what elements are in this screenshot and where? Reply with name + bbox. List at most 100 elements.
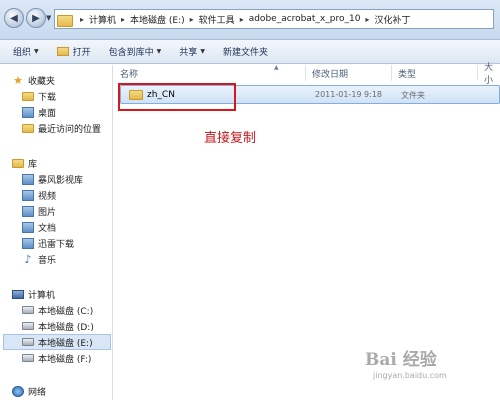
recent-places-icon (22, 123, 34, 133)
sidebar-item-label: 音乐 (38, 255, 57, 266)
annotation-text: 直接复制 (204, 131, 257, 146)
new-folder-button[interactable]: 新建文件夹 (220, 43, 271, 61)
sidebar-item-label: 最近访问的位置 (38, 124, 102, 135)
chevron-right-icon[interactable]: ▸ (240, 15, 244, 24)
sidebar-item-label: 本地磁盘 (F:) (38, 354, 92, 365)
sidebar-item-recent-places[interactable]: 最近访问的位置 (22, 120, 101, 136)
thunder-downloads-icon (22, 237, 34, 249)
address-bar: ◀ ▶ ▼ ▸ 计算机 ▸ 本地磁盘 (E:) ▸ 软件工具 ▸ adobe_a… (0, 0, 500, 40)
column-header-label: 类型 (398, 69, 417, 80)
sidebar-item-label: 图片 (38, 207, 57, 218)
column-header-size[interactable]: 大小 (478, 63, 500, 86)
breadcrumb-patch[interactable]: 汉化补丁 (374, 13, 410, 26)
sidebar-item-network[interactable]: 网络 (12, 383, 46, 399)
videos-icon (22, 189, 34, 201)
open-folder-icon (56, 47, 69, 56)
share-button[interactable]: 共享 ▼ (176, 43, 208, 61)
documents-icon (22, 221, 34, 233)
breadcrumb-acrobat[interactable]: adobe_acrobat_x_pro_10 (249, 14, 361, 24)
column-header-label: 修改日期 (312, 69, 349, 80)
breadcrumb-computer[interactable]: 计算机 (89, 13, 116, 26)
sidebar-item-favorites[interactable]: ★ 收藏夹 (12, 72, 55, 88)
command-toolbar: 组织 ▼ 打开 包含到库中 ▼ 共享 ▼ 新建文件夹 (0, 40, 500, 64)
watermark-url: jingyan.baidu.com (373, 371, 447, 380)
sidebar-item-desktop[interactable]: 桌面 (22, 104, 56, 120)
sidebar-item-drive-e[interactable]: 本地磁盘 (E:) (3, 334, 111, 350)
music-icon: ♪ (24, 252, 32, 266)
downloads-folder-icon (22, 91, 34, 101)
open-button[interactable]: 打开 (54, 43, 94, 61)
sidebar-item-drive-d[interactable]: 本地磁盘 (D:) (22, 318, 94, 334)
recent-pages-dropdown-icon[interactable]: ▼ (46, 14, 51, 22)
include-in-library-button[interactable]: 包含到库中 ▼ (106, 43, 165, 61)
sidebar-item-storm-video[interactable]: 暴风影视库 (22, 171, 83, 187)
library-icon (12, 158, 24, 168)
organize-button[interactable]: 组织 ▼ (10, 43, 42, 61)
folder-icon (57, 13, 73, 27)
column-header-date[interactable]: 修改日期 (306, 65, 392, 81)
forward-arrow-icon: ▶ (32, 12, 40, 24)
chevron-down-icon: ▼ (34, 48, 39, 55)
column-header-label: 名称 (120, 69, 139, 80)
sidebar-item-label: 暴风影视库 (38, 175, 84, 186)
sidebar-item-downloads[interactable]: 下载 (22, 88, 56, 104)
column-header-label: 大小 (484, 63, 494, 86)
sidebar-item-label: 视频 (38, 191, 57, 202)
back-arrow-icon: ◀ (10, 12, 18, 24)
chevron-down-icon: ▼ (200, 48, 205, 55)
sidebar-item-drive-c[interactable]: 本地磁盘 (C:) (22, 302, 93, 318)
sidebar-item-computer[interactable]: 计算机 (12, 286, 55, 302)
sidebar-item-label: 收藏夹 (28, 76, 56, 87)
share-label: 共享 (179, 48, 198, 58)
new-folder-label: 新建文件夹 (222, 48, 268, 58)
computer-icon (12, 289, 24, 299)
drive-icon (22, 338, 34, 346)
sidebar-item-drive-f[interactable]: 本地磁盘 (F:) (22, 350, 91, 366)
pictures-icon (22, 205, 34, 217)
sidebar-item-label: 计算机 (28, 290, 56, 301)
sidebar-item-label: 本地磁盘 (E:) (38, 338, 93, 349)
sidebar-item-thunder-downloads[interactable]: 迅雷下载 (22, 235, 74, 251)
sidebar-item-label: 本地磁盘 (D:) (38, 322, 94, 333)
video-library-icon (22, 173, 34, 185)
highlight-box (118, 83, 236, 111)
file-date: 2011-01-19 9:18 (315, 90, 382, 99)
sidebar-item-label: 桌面 (38, 108, 57, 119)
sidebar-item-label: 库 (28, 159, 38, 170)
sidebar-item-label: 网络 (28, 387, 47, 398)
forward-button[interactable]: ▶ (26, 8, 46, 28)
breadcrumb-software-tools[interactable]: 软件工具 (199, 13, 235, 26)
chevron-down-icon: ▼ (156, 48, 162, 55)
breadcrumb-drive-e[interactable]: 本地磁盘 (E:) (130, 13, 185, 26)
star-icon: ★ (13, 73, 23, 87)
back-button[interactable]: ◀ (4, 8, 24, 28)
breadcrumb[interactable]: ▸ 计算机 ▸ 本地磁盘 (E:) ▸ 软件工具 ▸ adobe_acrobat… (54, 9, 494, 29)
chevron-right-icon[interactable]: ▸ (190, 15, 194, 24)
sidebar-item-music[interactable]: ♪ 音乐 (22, 251, 56, 267)
sidebar-item-label: 迅雷下载 (38, 239, 75, 250)
file-type: 文件夹 (401, 91, 425, 100)
organize-label: 组织 (13, 48, 32, 58)
sort-arrow-icon: ▲ (274, 64, 279, 71)
desktop-icon (22, 106, 34, 118)
sidebar-item-label: 本地磁盘 (C:) (38, 306, 94, 317)
drive-icon (22, 354, 34, 362)
chevron-right-icon[interactable]: ▸ (365, 15, 369, 24)
drive-icon (22, 306, 34, 314)
open-label: 打开 (72, 48, 91, 58)
network-icon (12, 385, 24, 397)
sidebar-item-pictures[interactable]: 图片 (22, 203, 56, 219)
watermark: Bai 经验 jingyan.baidu.com (365, 345, 495, 395)
sidebar-item-label: 下载 (38, 92, 57, 103)
sidebar-item-videos[interactable]: 视频 (22, 187, 56, 203)
navigation-pane: ★ 收藏夹 下载 桌面 最近访问的位置 库 暴风影视库 视频 图片 文档 迅雷下… (0, 65, 113, 400)
drive-icon (22, 322, 34, 330)
column-header-name[interactable]: 名称 ▲ (114, 64, 306, 81)
column-header-type[interactable]: 类型 (392, 65, 478, 81)
include-in-library-label: 包含到库中 (108, 48, 154, 58)
watermark-logo: Bai 经验 (365, 350, 437, 370)
chevron-right-icon[interactable]: ▸ (121, 15, 125, 24)
sidebar-item-libraries[interactable]: 库 (12, 155, 37, 171)
sidebar-item-documents[interactable]: 文档 (22, 219, 56, 235)
chevron-right-icon[interactable]: ▸ (80, 15, 84, 24)
